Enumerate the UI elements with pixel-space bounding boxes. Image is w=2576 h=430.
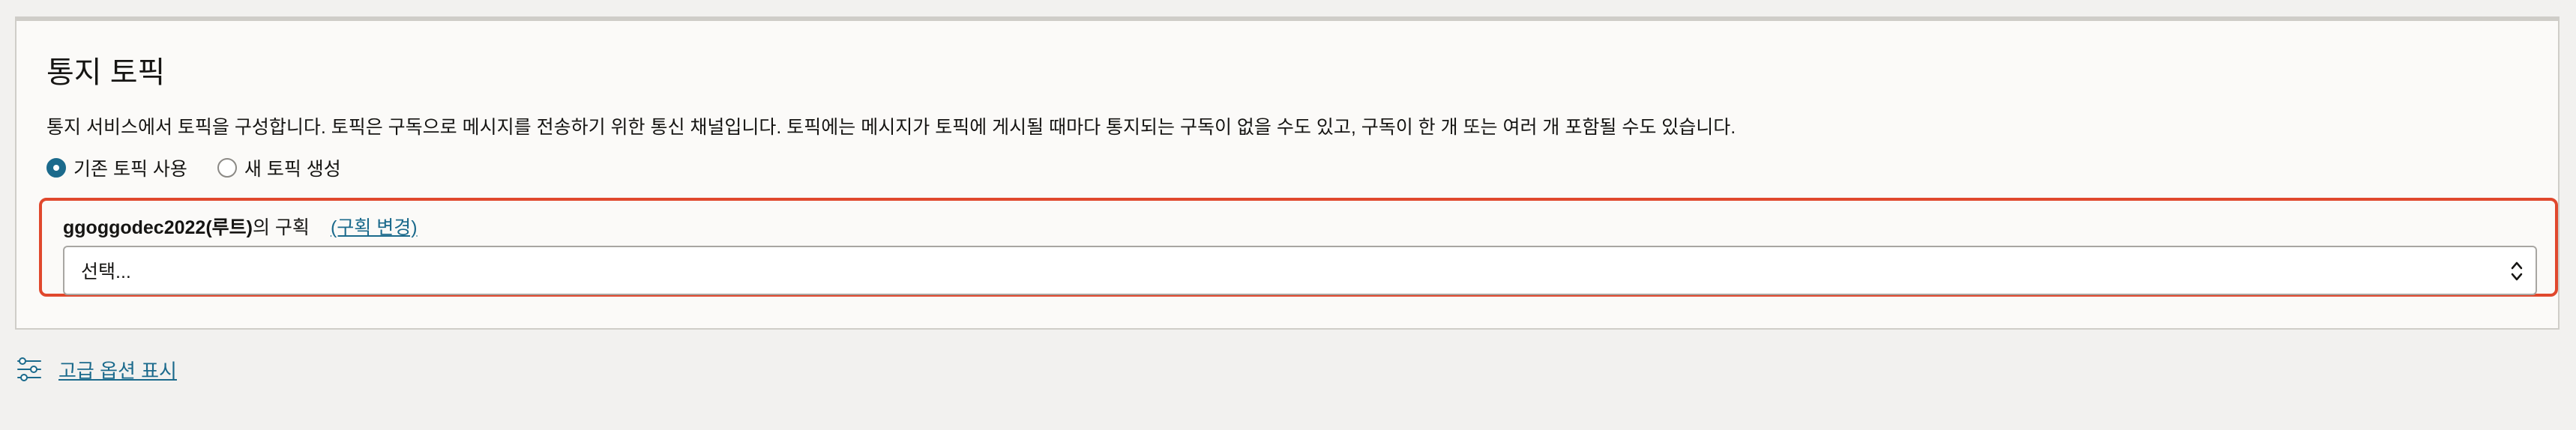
compartment-suffix: 의 구획 xyxy=(252,217,310,238)
notification-topic-panel: 통지 토픽 통지 서비스에서 토픽을 구성합니다. 토픽은 구독으로 메시지를 … xyxy=(15,16,2560,330)
section-title: 통지 토픽 xyxy=(46,56,166,89)
advanced-options-label: 고급 옵션 표시 xyxy=(58,359,177,382)
radio-unchecked-icon[interactable] xyxy=(217,158,237,178)
compartment-label: ggoggodec2022(루트) 의 구획 (구획 변경) xyxy=(63,213,418,240)
topic-select[interactable]: 선택... xyxy=(63,246,2537,295)
select-updown-icon xyxy=(2511,261,2523,281)
topic-select-value: 선택... xyxy=(81,261,131,282)
topic-mode-radio-group: 기존 토픽 사용 새 토픽 생성 xyxy=(46,154,341,181)
change-compartment-link[interactable]: (구획 변경) xyxy=(331,213,418,240)
section-description: 통지 서비스에서 토픽을 구성합니다. 토픽은 구독으로 메시지를 전송하기 위… xyxy=(46,117,1736,138)
compartment-topic-group: ggoggodec2022(루트) 의 구획 (구획 변경) 선택... xyxy=(39,198,2558,297)
radio-checked-icon[interactable] xyxy=(46,158,66,178)
sliders-icon xyxy=(17,357,41,381)
radio-create-new-topic[interactable]: 새 토픽 생성 xyxy=(217,154,341,181)
show-advanced-options-link[interactable]: 고급 옵션 표시 xyxy=(15,355,177,384)
radio-label-new: 새 토픽 생성 xyxy=(244,159,341,180)
radio-use-existing-topic[interactable]: 기존 토픽 사용 xyxy=(46,154,187,181)
radio-label-existing: 기존 토픽 사용 xyxy=(73,159,187,180)
compartment-name: ggoggodec2022(루트) xyxy=(63,217,253,238)
